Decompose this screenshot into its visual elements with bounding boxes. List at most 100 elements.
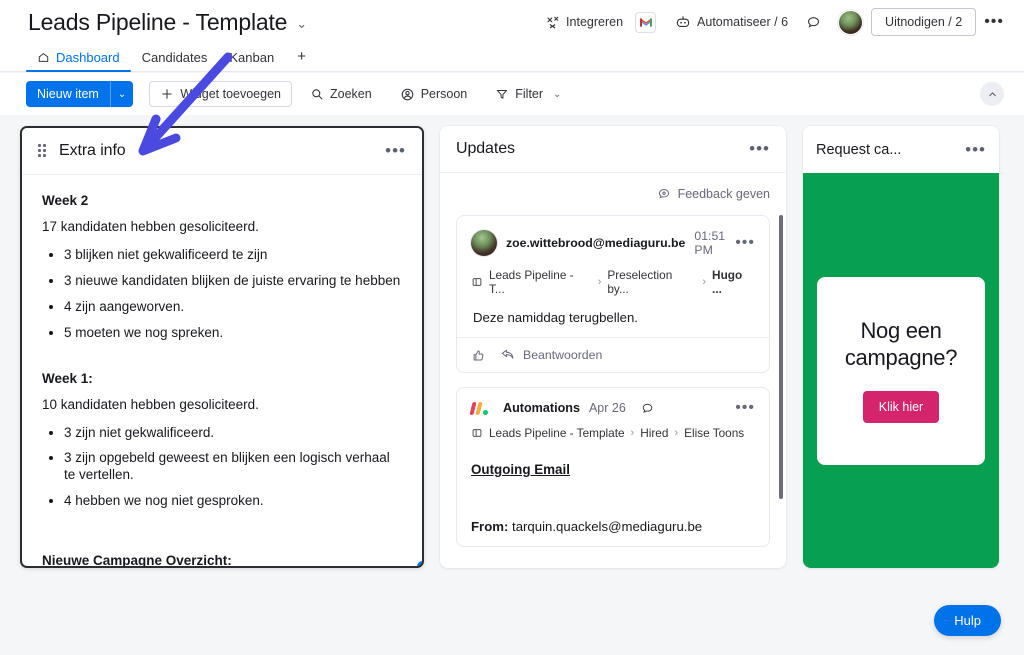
tab-dashboard[interactable]: Dashboard xyxy=(26,50,131,72)
tab-candidates-label: Candidates xyxy=(141,50,208,65)
email-from-label: From: xyxy=(471,519,509,534)
widget-request-campaign-header: Request ca... ••• xyxy=(803,126,999,173)
add-tab-button[interactable]: + xyxy=(285,48,318,71)
update-body: Deze namiddag terugbellen. xyxy=(473,310,638,325)
tab-kanban[interactable]: Kanban xyxy=(218,50,285,71)
tab-kanban-label: Kanban xyxy=(229,50,275,65)
updates-scrollbar[interactable] xyxy=(779,215,783,499)
breadcrumb-item[interactable]: Hugo ... xyxy=(712,268,755,296)
tab-candidates[interactable]: Candidates xyxy=(131,50,219,71)
thumbs-up-icon xyxy=(471,348,486,363)
update-post-menu[interactable]: ••• xyxy=(735,235,755,251)
breadcrumb-item[interactable]: Preselection by... xyxy=(607,268,696,296)
campaign-cta-button[interactable]: Klik hier xyxy=(862,391,940,424)
email-from: From: tarquin.quackels@mediaguru.be xyxy=(471,519,755,534)
email-from-value: tarquin.quackels@mediaguru.be xyxy=(512,519,703,534)
widget-extra-info-menu[interactable]: ••• xyxy=(385,142,406,159)
filter-button[interactable]: Filter ⌄ xyxy=(485,82,571,106)
list-item: 4 zijn aangeworven. xyxy=(64,299,402,316)
breadcrumb-item[interactable]: Leads Pipeline - T... xyxy=(489,268,592,296)
campaign-heading: Nieuwe Campagne Overzicht: xyxy=(42,553,232,568)
update-timestamp: Apr 26 xyxy=(588,401,626,415)
filter-icon xyxy=(495,87,509,101)
chevron-down-icon[interactable]: ⌄ xyxy=(553,89,561,100)
chat-bubble-icon xyxy=(806,15,821,30)
update-timestamp: 01:51 PM xyxy=(694,229,726,257)
comments-button[interactable] xyxy=(797,9,830,36)
person-filter-button[interactable]: Persoon xyxy=(390,82,478,107)
invite-button[interactable]: Uitnodigen / 2 xyxy=(871,8,977,36)
update-post[interactable]: zoe.wittebrood@mediaguru.be 01:51 PM •••… xyxy=(456,215,770,373)
widget-updates-header: Updates ••• xyxy=(440,126,786,173)
update-post-header: Automations Apr 26 ••• xyxy=(469,400,755,416)
list-item: 4 hebben we nog niet gesproken. xyxy=(64,493,402,510)
collapse-toolbar-button[interactable] xyxy=(980,82,1004,106)
drag-handle-icon[interactable] xyxy=(38,144,49,158)
give-feedback-label: Feedback geven xyxy=(677,187,770,201)
automate-label: Automatiseer / 6 xyxy=(697,15,789,29)
breadcrumb-item[interactable]: Leads Pipeline - Template xyxy=(489,426,625,440)
add-widget-button[interactable]: Widget toevoegen xyxy=(149,81,292,107)
reply-button[interactable]: Beantwoorden xyxy=(500,347,602,363)
board-title-text: Leads Pipeline - Template xyxy=(28,8,288,35)
resize-handle[interactable] xyxy=(416,560,422,566)
reply-icon xyxy=(500,347,516,363)
automate-button[interactable]: Automatiseer / 6 xyxy=(666,8,797,36)
breadcrumb: Leads Pipeline - Template › Hired › Elis… xyxy=(471,426,755,440)
campaign-headline: Nog een campagne? xyxy=(844,317,958,370)
update-post[interactable]: Automations Apr 26 ••• Leads Pipeline - … xyxy=(456,387,770,547)
update-post-menu[interactable]: ••• xyxy=(735,400,755,416)
update-post-content: Automations Apr 26 ••• Leads Pipeline - … xyxy=(457,388,769,546)
breadcrumb: Leads Pipeline - T... › Preselection by.… xyxy=(471,268,755,296)
new-item-label: Nieuw item xyxy=(26,81,110,107)
dashboard-toolbar: Nieuw item ⌄ Widget toevoegen Zoeken Per… xyxy=(0,73,1024,115)
week1-heading: Week 1: xyxy=(42,370,93,386)
reply-label: Beantwoorden xyxy=(523,348,603,362)
top-bar: Leads Pipeline - Template ⌄ Integreren A… xyxy=(0,0,1024,44)
integrate-button[interactable]: Integreren xyxy=(536,9,632,36)
like-button[interactable] xyxy=(471,348,486,363)
widget-request-campaign-menu[interactable]: ••• xyxy=(965,141,986,158)
email-subject: Outgoing Email xyxy=(471,462,570,477)
integration-icon xyxy=(545,15,560,30)
comment-icon[interactable] xyxy=(641,402,654,415)
widget-extra-info[interactable]: Extra info ••• Week 2 17 kandidaten hebb… xyxy=(20,126,424,568)
list-item: 3 blijken niet gekwalificeerd te zijn xyxy=(64,247,402,264)
avatar[interactable] xyxy=(838,9,864,35)
filter-label: Filter xyxy=(515,87,544,101)
board-icon xyxy=(471,427,483,439)
search-label: Zoeken xyxy=(329,87,372,101)
give-feedback-button[interactable]: Feedback geven xyxy=(456,173,770,215)
widget-extra-info-title: Extra info xyxy=(59,142,126,159)
search-button[interactable]: Zoeken xyxy=(300,82,382,106)
widget-updates[interactable]: Updates ••• Feedback geven zoe.wittebroo… xyxy=(440,126,786,568)
more-options-button[interactable]: ••• xyxy=(976,9,1012,35)
chevron-right-icon: › xyxy=(674,427,679,439)
list-item: 5 moeten we nog spreken. xyxy=(64,325,402,342)
week2-heading: Week 2 xyxy=(42,193,89,208)
person-label: Persoon xyxy=(420,87,468,101)
tab-dashboard-label: Dashboard xyxy=(56,50,120,65)
feedback-icon xyxy=(657,187,671,201)
breadcrumb-item[interactable]: Hired xyxy=(640,426,668,440)
gmail-icon[interactable] xyxy=(635,11,657,33)
widget-updates-menu[interactable]: ••• xyxy=(749,140,770,157)
chevron-right-icon: › xyxy=(702,276,707,288)
widget-updates-body: Feedback geven zoe.wittebrood@mediaguru.… xyxy=(440,173,786,567)
chevron-down-icon[interactable]: ⌄ xyxy=(296,16,307,32)
week1-intro: 10 kandidaten hebben gesoliciteerd. xyxy=(42,396,259,412)
chevron-right-icon: › xyxy=(630,427,635,439)
new-item-button[interactable]: Nieuw item ⌄ xyxy=(26,81,134,107)
breadcrumb-item[interactable]: Elise Toons xyxy=(684,426,744,440)
dashboard-app: Leads Pipeline - Template ⌄ Integreren A… xyxy=(0,0,1024,655)
help-button[interactable]: Hulp xyxy=(934,605,1001,636)
chevron-down-icon[interactable]: ⌄ xyxy=(109,81,134,107)
widget-updates-title: Updates xyxy=(456,140,515,157)
avatar[interactable] xyxy=(471,230,497,256)
home-icon xyxy=(37,51,50,64)
week1-list: 3 zijn niet gekwalificeerd. 3 zijn opgeb… xyxy=(64,425,402,511)
widget-request-campaign-title: Request ca... xyxy=(816,141,902,158)
widget-request-campaign[interactable]: Request ca... ••• Nog een campagne? Klik… xyxy=(803,126,999,568)
monday-logo-icon xyxy=(469,401,488,415)
